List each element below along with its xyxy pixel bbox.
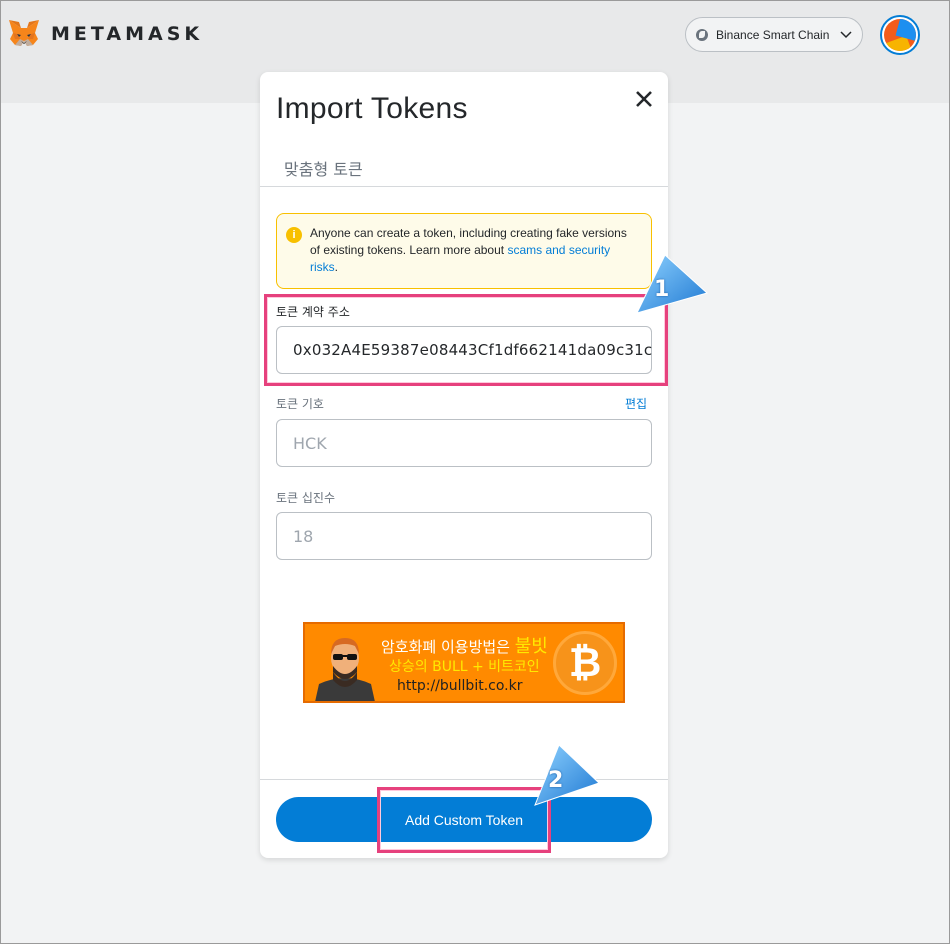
tab-custom-token[interactable]: 맞춤형 토큰 bbox=[284, 156, 363, 180]
banner-headline: 암호화폐 이용방법은 불빗 bbox=[381, 632, 548, 658]
add-custom-token-button[interactable]: Add Custom Token bbox=[276, 797, 652, 842]
token-address-input[interactable]: 0x032A4E59387e08443Cf1df662141da09c31c bbox=[276, 326, 652, 374]
step-marker-1-label: 1 bbox=[654, 277, 670, 302]
banner-tagline: 상승의 BULL + 비트코인 bbox=[389, 659, 540, 675]
footer-divider bbox=[260, 779, 668, 780]
tab-divider bbox=[260, 186, 668, 187]
chevron-down-icon bbox=[840, 30, 852, 38]
decimals-label: 토큰 십진수 bbox=[276, 491, 336, 505]
network-name: Binance Smart Chain bbox=[716, 27, 830, 42]
symbol-edit-link[interactable]: 편집 bbox=[625, 395, 647, 412]
banner-headline-prefix: 암호화폐 이용방법은 bbox=[381, 638, 515, 656]
info-icon: i bbox=[286, 227, 302, 243]
step-marker-2-label: 2 bbox=[548, 768, 564, 793]
warning-box: i Anyone can create a token, including c… bbox=[276, 213, 652, 289]
network-icon bbox=[696, 28, 708, 41]
import-tokens-dialog: Import Tokens 맞춤형 토큰 i Anyone can create… bbox=[260, 72, 668, 858]
identicon bbox=[884, 19, 916, 51]
address-label: 토큰 계약 주소 bbox=[276, 305, 350, 319]
account-avatar[interactable] bbox=[880, 15, 920, 55]
warning-suffix: . bbox=[334, 260, 339, 274]
symbol-label: 토큰 기호 bbox=[276, 397, 324, 411]
person-illustration bbox=[315, 638, 375, 701]
brand-wordmark: METAMASK bbox=[51, 23, 204, 45]
dialog-title: Import Tokens bbox=[276, 92, 468, 125]
banner-url: http://bullbit.co.kr bbox=[397, 678, 523, 694]
close-button[interactable] bbox=[632, 89, 656, 113]
app-header: METAMASK Binance Smart Chain bbox=[1, 1, 949, 71]
token-decimals-input[interactable]: 18 bbox=[276, 512, 652, 560]
fox-icon bbox=[9, 20, 39, 46]
network-selector[interactable]: Binance Smart Chain bbox=[685, 17, 863, 52]
bitcoin-icon: ₿ bbox=[553, 631, 617, 695]
close-icon bbox=[636, 91, 652, 107]
banner-brand: 불빗 bbox=[514, 636, 548, 657]
ad-banner[interactable]: 암호화폐 이용방법은 불빗 상승의 BULL + 비트코인 http://bul… bbox=[303, 622, 625, 703]
token-symbol-input[interactable]: HCK bbox=[276, 419, 652, 467]
metamask-logo[interactable]: METAMASK bbox=[7, 17, 203, 51]
